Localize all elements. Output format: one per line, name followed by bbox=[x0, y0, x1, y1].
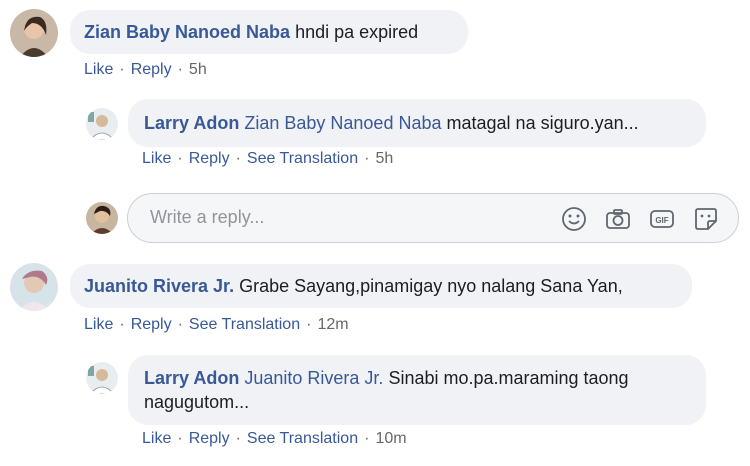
current-user-avatar bbox=[86, 202, 118, 234]
comment-text: hndi pa expired bbox=[295, 22, 419, 42]
camera-icon[interactable] bbox=[605, 206, 631, 232]
reply-link[interactable]: Reply bbox=[131, 316, 172, 333]
reply-actions: Like · Reply · See Translation · 5h bbox=[142, 150, 394, 167]
comment-text: Grabe Sayang,pinamigay nyo nalang Sana Y… bbox=[239, 276, 623, 296]
timestamp[interactable]: 12m bbox=[317, 316, 348, 333]
reply-composer[interactable]: GIF bbox=[127, 193, 739, 243]
reply-author[interactable]: Larry Adon bbox=[144, 113, 239, 133]
timestamp[interactable]: 5h bbox=[189, 61, 207, 78]
reply-actions: Like · Reply · See Translation · 10m bbox=[142, 430, 407, 447]
avatar-zian[interactable] bbox=[10, 9, 58, 57]
reply-link[interactable]: Reply bbox=[131, 61, 172, 78]
emoji-icon[interactable] bbox=[561, 206, 587, 232]
avatar-larry[interactable] bbox=[86, 362, 118, 394]
comment-bubble: Juanito Rivera Jr. Grabe Sayang,pinamiga… bbox=[70, 264, 692, 308]
comment-actions: Like · Reply · See Translation · 12m bbox=[84, 316, 349, 333]
comment-author[interactable]: Zian Baby Nanoed Naba bbox=[84, 22, 290, 42]
see-translation-link[interactable]: See Translation bbox=[247, 150, 358, 167]
comment-author[interactable]: Juanito Rivera Jr. bbox=[84, 276, 234, 296]
gif-icon[interactable]: GIF bbox=[649, 206, 675, 232]
mention-tag[interactable]: Juanito Rivera Jr. bbox=[244, 368, 383, 388]
avatar-juanito[interactable] bbox=[10, 263, 58, 311]
see-translation-link[interactable]: See Translation bbox=[247, 430, 358, 447]
comment-bubble: Zian Baby Nanoed Naba hndi pa expired bbox=[70, 10, 468, 54]
mention-tag[interactable]: Zian Baby Nanoed Naba bbox=[244, 113, 441, 133]
comment-actions: Like · Reply · 5h bbox=[84, 61, 207, 78]
reply-text: Sinabi mo.pa.maraming taong bbox=[388, 368, 629, 388]
like-link[interactable]: Like bbox=[142, 150, 171, 167]
reply-link[interactable]: Reply bbox=[189, 430, 230, 447]
reply-bubble: Larry Adon Zian Baby Nanoed Naba matagal… bbox=[128, 99, 706, 147]
reply-author[interactable]: Larry Adon bbox=[144, 368, 239, 388]
timestamp[interactable]: 5h bbox=[375, 150, 393, 167]
timestamp[interactable]: 10m bbox=[375, 430, 406, 447]
svg-text:GIF: GIF bbox=[655, 216, 668, 225]
see-translation-link[interactable]: See Translation bbox=[189, 316, 300, 333]
reply-text-continued: nagugutom... bbox=[144, 392, 250, 412]
like-link[interactable]: Like bbox=[142, 430, 171, 447]
like-link[interactable]: Like bbox=[84, 61, 113, 78]
reply-text: matagal na siguro.yan... bbox=[446, 113, 639, 133]
sticker-icon[interactable] bbox=[693, 206, 719, 232]
reply-link[interactable]: Reply bbox=[189, 150, 230, 167]
reply-bubble: Larry Adon Juanito Rivera Jr. Sinabi mo.… bbox=[128, 355, 706, 425]
reply-input[interactable] bbox=[148, 206, 532, 229]
like-link[interactable]: Like bbox=[84, 316, 113, 333]
avatar-larry[interactable] bbox=[86, 108, 118, 140]
